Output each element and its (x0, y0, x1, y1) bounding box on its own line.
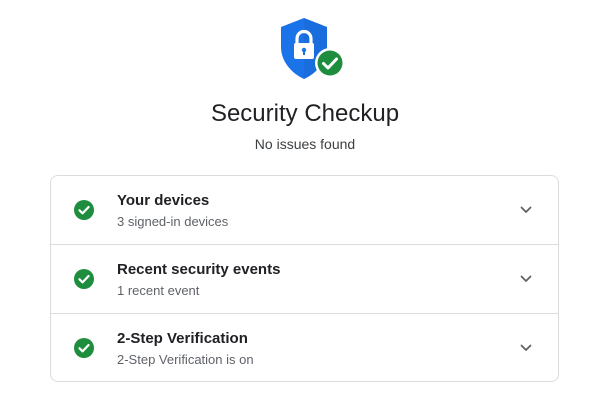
page-title: Security Checkup (210, 100, 400, 127)
chevron-down-icon[interactable] (519, 203, 533, 217)
chevron-down-icon[interactable] (519, 272, 533, 286)
page-subtitle: No issues found (254, 136, 356, 152)
check-circle-icon (74, 338, 94, 358)
checkup-item-title: 2-Step Verification (117, 330, 248, 347)
checkup-item-title: Your devices (117, 192, 210, 209)
chevron-down-icon[interactable] (519, 341, 533, 355)
security-checkup-page: Security Checkup No issues found Your de… (0, 0, 610, 408)
checkup-item-description: 3 signed-in devices (117, 214, 229, 229)
checkup-item-description: 1 recent event (117, 283, 200, 298)
check-circle-icon (74, 200, 94, 220)
checkup-item-devices[interactable]: Your devices 3 signed-in devices (51, 176, 558, 245)
check-circle-icon (74, 269, 94, 289)
checkup-list: Your devices 3 signed-in devices Recent … (50, 175, 559, 382)
shield-lock-check-icon (281, 18, 345, 79)
checkup-item-title: Recent security events (117, 261, 281, 278)
checkup-item-security-events[interactable]: Recent security events 1 recent event (51, 245, 558, 314)
checkup-item-2-step-verification[interactable]: 2-Step Verification 2-Step Verification … (51, 314, 558, 381)
checkup-item-description: 2-Step Verification is on (117, 352, 254, 367)
